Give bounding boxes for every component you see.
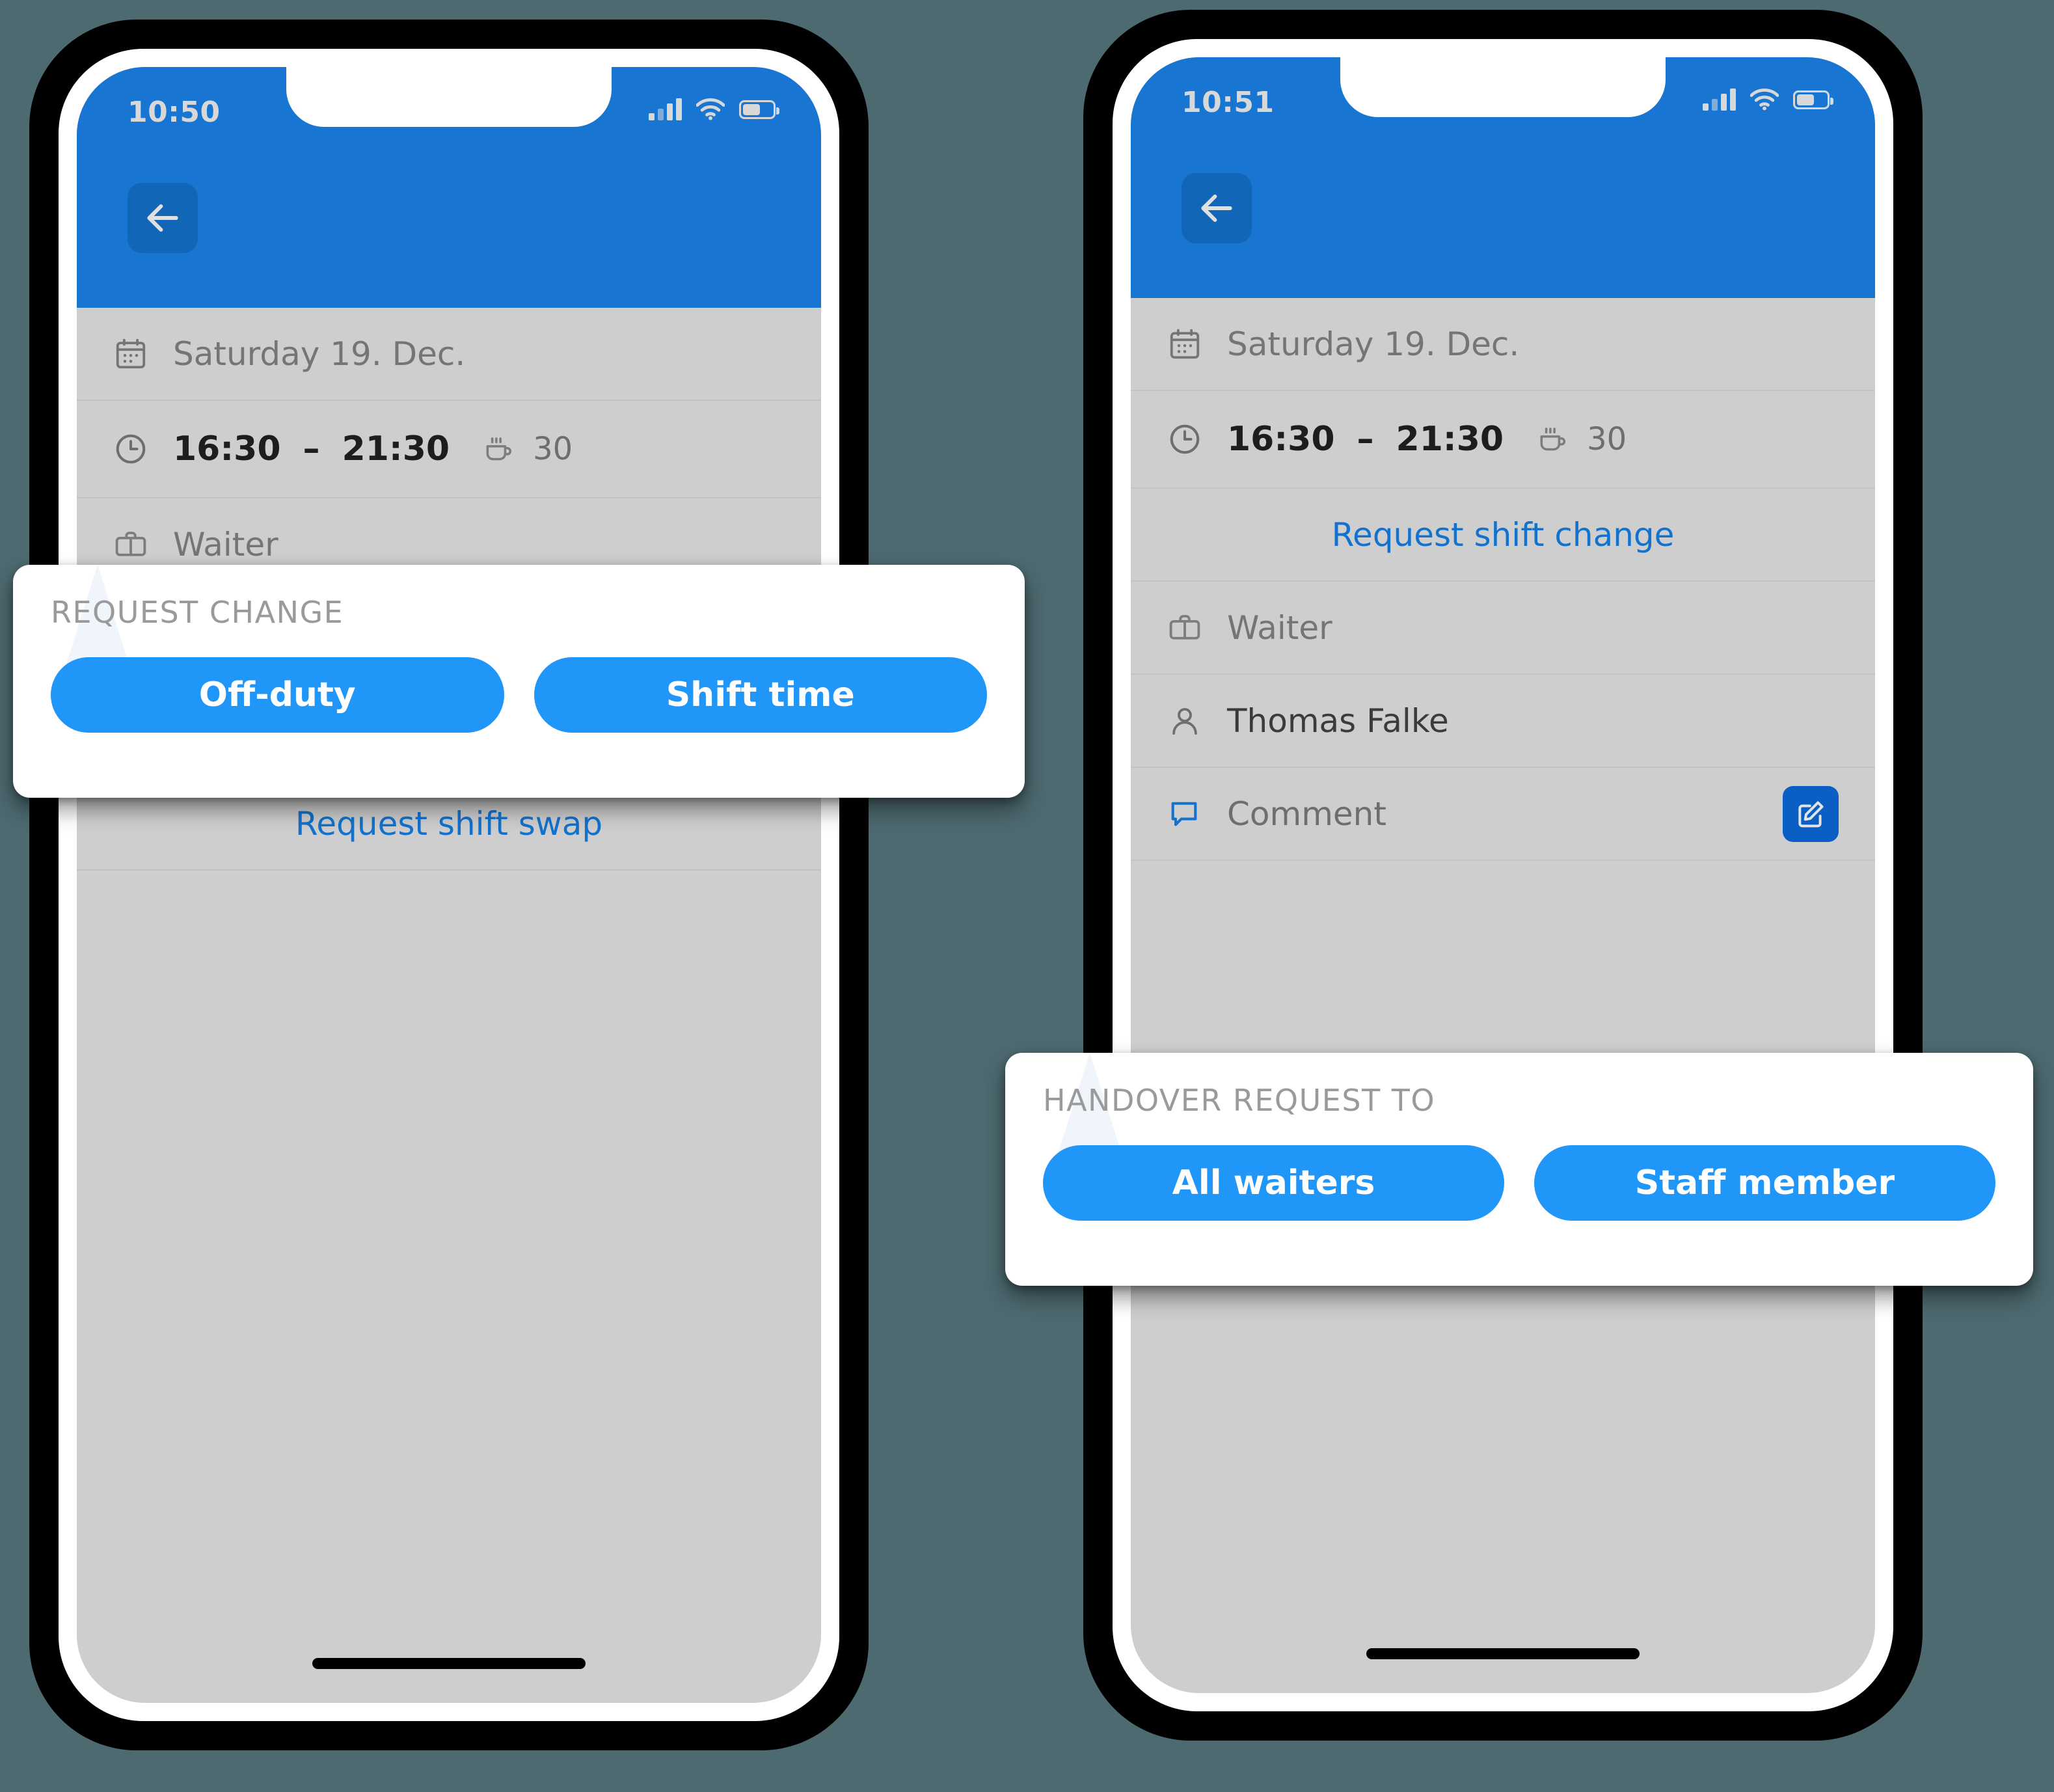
shift-time-range: 16:30 – 21:30 — [1227, 420, 1504, 459]
person-icon — [1167, 703, 1227, 739]
battery-icon — [1793, 90, 1833, 109]
phone-screen-right: 10:51 Saturday 19. Dec. 16:30 – 21:30 30… — [1131, 57, 1875, 1693]
shift-time-dash: – — [1357, 420, 1374, 459]
all-waiters-button[interactable]: All waiters — [1043, 1145, 1504, 1221]
shift-start-time: 16:30 — [173, 429, 281, 468]
shift-break-minutes: 30 — [533, 431, 573, 467]
status-bar-time-right: 10:51 — [1182, 86, 1275, 119]
shift-time-range: 16:30 – 21:30 — [173, 429, 450, 468]
shift-detail-list-right: Saturday 19. Dec. 16:30 – 21:30 30 Reque… — [1131, 298, 1875, 861]
shift-comment-row[interactable]: Comment — [1131, 768, 1875, 861]
signal-bars-icon — [649, 98, 682, 120]
shift-date-row: Saturday 19. Dec. — [1131, 298, 1875, 391]
shift-date-label: Saturday 19. Dec. — [1227, 325, 1520, 363]
home-indicator-left — [312, 1658, 586, 1669]
comment-bubble-icon — [1167, 797, 1227, 831]
shift-start-time: 16:30 — [1227, 420, 1335, 459]
handover-request-popup-title: HANDOVER REQUEST TO — [1043, 1083, 1436, 1118]
request-shift-change-label: Request shift change — [1331, 515, 1675, 554]
shift-comment-label: Comment — [1227, 794, 1386, 833]
phone-bezel-left: 10:50 Saturday 19. Dec. 16:30 – 21:30 30… — [59, 49, 839, 1721]
shift-time-button[interactable]: Shift time — [534, 657, 987, 733]
off-duty-button[interactable]: Off-duty — [51, 657, 504, 733]
shift-time-row: 16:30 – 21:30 30 — [77, 401, 821, 498]
shift-end-time: 21:30 — [1396, 420, 1504, 459]
screenshot-stage: 10:50 Saturday 19. Dec. 16:30 – 21:30 30… — [0, 0, 2054, 1792]
battery-icon — [739, 100, 779, 119]
phone-mockup-left: 10:50 Saturday 19. Dec. 16:30 – 21:30 30… — [29, 20, 869, 1750]
shift-person-label: Thomas Falke — [1227, 701, 1449, 740]
home-indicator-right — [1366, 1648, 1640, 1659]
request-change-popup-body: REQUEST CHANGE Off-duty Shift time — [13, 565, 1025, 767]
handover-request-popup-actions: All waiters Staff member — [1043, 1145, 1995, 1221]
back-arrow-icon — [147, 204, 178, 232]
app-header-right: 10:51 — [1131, 57, 1875, 298]
shift-end-time: 21:30 — [342, 429, 450, 468]
shift-date-row: Saturday 19. Dec. — [77, 308, 821, 401]
shift-role-row: Waiter — [1131, 582, 1875, 675]
handover-request-popup: HANDOVER REQUEST TO All waiters Staff me… — [1005, 1053, 2033, 1286]
status-bar-icons-left — [649, 98, 779, 120]
shift-date-label: Saturday 19. Dec. — [173, 334, 466, 373]
phone-mockup-right: 10:51 Saturday 19. Dec. 16:30 – 21:30 30… — [1083, 10, 1923, 1741]
coffee-cup-icon — [486, 437, 512, 461]
status-bar-icons-right — [1703, 88, 1833, 111]
phone-notch-left — [286, 67, 612, 127]
phone-bezel-right: 10:51 Saturday 19. Dec. 16:30 – 21:30 30… — [1113, 39, 1893, 1711]
wifi-icon — [1750, 88, 1779, 111]
calendar-icon — [113, 336, 173, 372]
handover-request-popup-body: HANDOVER REQUEST TO All waiters Staff me… — [1005, 1053, 2033, 1255]
request-change-popup-actions: Off-duty Shift time — [51, 657, 987, 733]
shift-break: 30 — [482, 431, 573, 467]
signal-bars-icon — [1703, 88, 1736, 111]
status-bar-time-left: 10:50 — [128, 96, 221, 129]
back-button[interactable] — [128, 183, 198, 253]
shift-role-label: Waiter — [173, 525, 278, 563]
back-arrow-icon — [1201, 194, 1232, 223]
coffee-cup-icon — [1540, 428, 1566, 451]
shift-person-row: Thomas Falke — [1131, 675, 1875, 768]
request-change-popup-title: REQUEST CHANGE — [51, 595, 344, 630]
briefcase-icon — [113, 527, 173, 562]
request-shift-change-link[interactable]: Request shift change — [1131, 489, 1875, 582]
phone-screen-left: 10:50 Saturday 19. Dec. 16:30 – 21:30 30… — [77, 67, 821, 1703]
phone-notch-right — [1340, 57, 1666, 117]
briefcase-icon — [1167, 610, 1227, 645]
shift-role-label: Waiter — [1227, 608, 1332, 647]
shift-break-minutes: 30 — [1587, 421, 1627, 457]
edit-pencil-icon — [1798, 801, 1824, 827]
shift-time-row: 16:30 – 21:30 30 — [1131, 391, 1875, 489]
clock-icon — [113, 431, 173, 467]
app-header-left: 10:50 — [77, 67, 821, 308]
shift-break: 30 — [1536, 421, 1627, 457]
calendar-icon — [1167, 327, 1227, 362]
shift-time-dash: – — [303, 429, 320, 468]
clock-icon — [1167, 422, 1227, 457]
request-shift-swap-label: Request shift swap — [295, 804, 603, 843]
wifi-icon — [696, 98, 725, 120]
back-button[interactable] — [1182, 173, 1252, 243]
request-change-popup: REQUEST CHANGE Off-duty Shift time — [13, 565, 1025, 798]
comment-edit-button[interactable] — [1783, 785, 1839, 842]
staff-member-button[interactable]: Staff member — [1534, 1145, 1995, 1221]
